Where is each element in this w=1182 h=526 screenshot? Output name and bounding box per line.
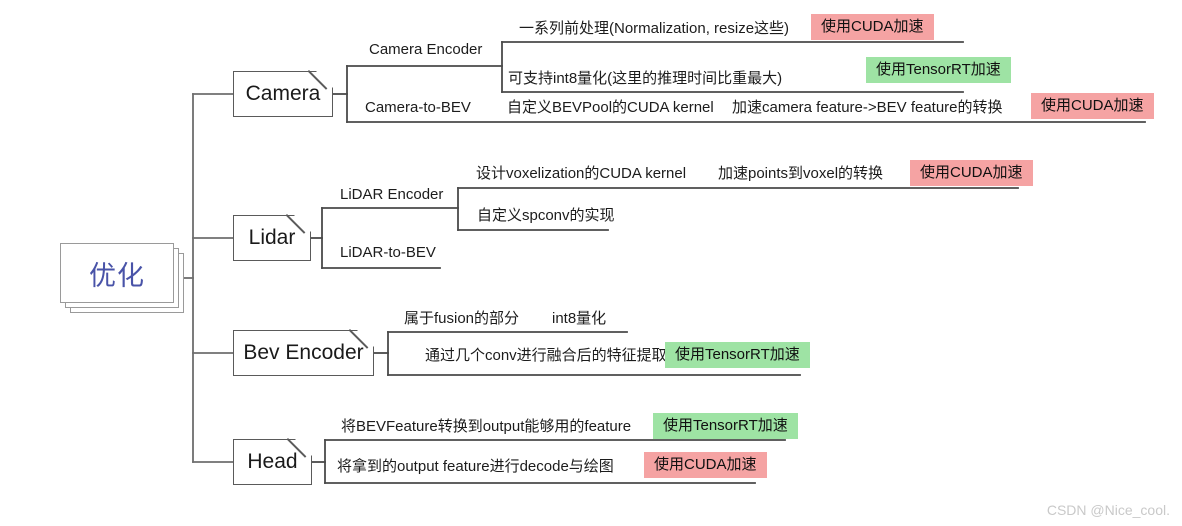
label-camera-encoder: Camera Encoder (369, 41, 483, 58)
label-bev-int8: int8量化 (552, 310, 607, 327)
label-lidar-voxel-kernel: 设计voxelization的CUDA kernel (476, 165, 687, 182)
node-head-label: Head (247, 450, 298, 473)
label-cam-int8: 可支持int8量化(这里的推理时间比重最大) (508, 70, 783, 87)
badge-tensorrt-bev-conv: 使用TensorRT加速 (665, 342, 810, 368)
node-bev-encoder-label: Bev Encoder (243, 341, 364, 364)
badge-tensorrt-cam-int8: 使用TensorRT加速 (866, 57, 1011, 83)
badge-tensorrt-head-bevfeature: 使用TensorRT加速 (653, 413, 798, 439)
node-head[interactable]: Head (233, 438, 313, 485)
label-lidar-to-bev: LiDAR-to-BEV (340, 244, 436, 261)
badge-cuda-head-decode: 使用CUDA加速 (644, 452, 767, 478)
root-node[interactable]: 优化 (60, 243, 184, 313)
label-bev-fusion-part: 属于fusion的部分 (404, 310, 520, 327)
node-lidar-label: Lidar (248, 226, 296, 249)
node-bev-encoder[interactable]: Bev Encoder (233, 329, 375, 376)
badge-cuda-cam-preprocess: 使用CUDA加速 (811, 14, 934, 40)
label-camera-to-bev: Camera-to-BEV (365, 99, 471, 116)
badge-cuda-cam-bev: 使用CUDA加速 (1031, 93, 1154, 119)
label-head-decode: 将拿到的output feature进行decode与绘图 (337, 458, 614, 475)
label-lidar-points-voxel: 加速points到voxel的转换 (718, 165, 884, 182)
label-lidar-spconv: 自定义spconv的实现 (477, 207, 615, 224)
label-bev-conv: 通过几个conv进行融合后的特征提取 (425, 347, 667, 364)
label-cam-accel: 加速camera feature->BEV feature的转换 (732, 99, 1003, 116)
node-lidar[interactable]: Lidar (233, 214, 312, 261)
root-node-label: 优化 (89, 260, 145, 291)
label-cam-bevpool: 自定义BEVPool的CUDA kernel (507, 99, 714, 116)
watermark: CSDN @Nice_cool. (1046, 502, 1170, 518)
label-head-bevfeature: 将BEVFeature转换到output能够用的feature (341, 418, 632, 435)
node-camera[interactable]: Camera (233, 70, 334, 117)
mindmap-canvas: 优化 Camera Lidar Bev Encoder Head Camera … (0, 0, 1182, 526)
node-camera-label: Camera (245, 82, 321, 105)
label-cam-preprocess: 一系列前处理(Normalization, resize这些) (519, 20, 790, 37)
label-lidar-encoder: LiDAR Encoder (340, 186, 444, 203)
badge-cuda-lidar-voxel: 使用CUDA加速 (910, 160, 1033, 186)
